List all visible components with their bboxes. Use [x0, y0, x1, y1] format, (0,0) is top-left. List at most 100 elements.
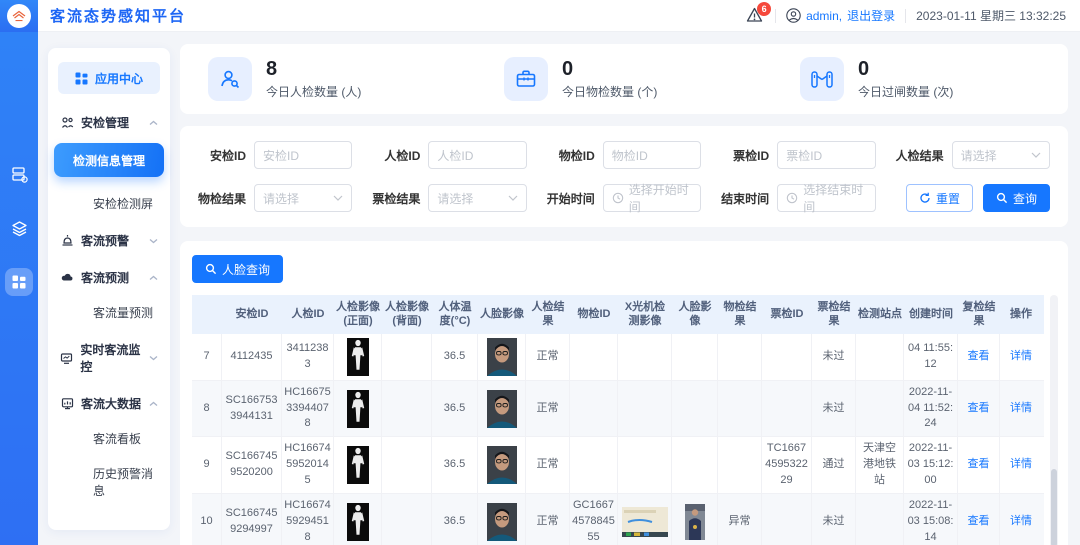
filter-item-物检结果: 物检结果请选择 — [188, 184, 352, 212]
select-placeholder: 请选择 — [437, 190, 473, 207]
reset-button[interactable]: 重置 — [906, 184, 973, 212]
filter-label: 人检结果 — [886, 147, 944, 164]
filter-item-人检ID: 人检ID 人检ID — [362, 141, 526, 169]
chevron-up-icon — [149, 401, 158, 407]
scrollbar-thumb[interactable] — [1051, 469, 1057, 545]
chevron-up-icon — [149, 120, 158, 126]
sidebar-group-label: 实时客流监控 — [80, 341, 149, 375]
人检结果-select[interactable]: 请选择 — [952, 141, 1050, 169]
body-scan-image — [347, 390, 369, 428]
column-header-票检结果: 票检结果 — [812, 295, 856, 334]
time-placeholder: 选择结束时间 — [803, 181, 866, 215]
alert-icon — [60, 234, 74, 248]
detail-link[interactable]: 详情 — [1010, 514, 1032, 530]
forecast-cloud-icon — [60, 271, 74, 285]
table-header-row: 安检ID人检ID人检影像(正面)人检影像(背面)人体温度(°C)人脸影像人检结果… — [192, 295, 1044, 334]
cell-idx: 8 — [192, 381, 222, 437]
search-button[interactable]: 查询 — [983, 184, 1050, 212]
cell-idx: 7 — [192, 334, 222, 380]
filter-label: 安检ID — [188, 147, 246, 164]
cell-anjian_id: SC1667533944131 — [222, 381, 282, 437]
left-rail — [0, 32, 38, 545]
filter-item-结束时间: 结束时间选择结束时间 — [711, 184, 875, 212]
cell-renjian_id: HC1667459520145 — [282, 437, 334, 493]
cell-recheck: 查看 — [958, 437, 1000, 493]
filter-label: 人检ID — [362, 147, 420, 164]
filter-label: 物检结果 — [188, 190, 246, 207]
sidebar-item-安检检测屏[interactable]: 安检检测屏 — [58, 195, 160, 212]
logout-link[interactable]: 退出登录 — [847, 7, 895, 24]
face-photo — [487, 338, 517, 376]
page-title: 客流态势感知平台 — [50, 5, 186, 26]
安检ID-input[interactable]: 安检ID — [254, 141, 352, 169]
alarm-bell-icon[interactable]: 6 — [745, 6, 765, 26]
turnstile-gate-icon — [800, 57, 844, 101]
票检结果-select[interactable]: 请选择 — [428, 184, 526, 212]
briefcase-icon — [504, 57, 548, 101]
人检ID-input[interactable]: 人检ID — [428, 141, 526, 169]
detail-link[interactable]: 详情 — [1010, 401, 1032, 417]
filter-label: 票检结果 — [362, 190, 420, 207]
view-link[interactable]: 查看 — [968, 514, 990, 530]
detail-link[interactable]: 详情 — [1010, 457, 1032, 473]
stat-label: 今日过闸数量 (次) — [858, 83, 953, 100]
sidebar-item-客流看板[interactable]: 客流看板 — [58, 430, 160, 447]
结束时间-time-picker[interactable]: 选择结束时间 — [777, 184, 875, 212]
monitor-icon — [60, 351, 73, 365]
物检ID-input[interactable]: 物检ID — [603, 141, 701, 169]
body-scan-image — [347, 446, 369, 484]
cell-idx: 9 — [192, 437, 222, 493]
sidebar-group-客流预警[interactable]: 客流预警 — [58, 232, 160, 249]
column-header-复检结果: 复检结果 — [958, 295, 1000, 334]
cell-idx: 10 — [192, 494, 222, 545]
chevron-down-icon — [149, 355, 158, 361]
sidebar-item-检测信息管理-active[interactable]: 检测信息管理 — [54, 143, 164, 177]
person-photo — [685, 504, 705, 540]
sidebar-group-实时客流监控[interactable]: 实时客流监控 — [58, 341, 160, 375]
票检ID-input[interactable]: 票检ID — [777, 141, 875, 169]
chevron-up-icon — [149, 275, 158, 281]
app-center-label: 应用中心 — [95, 70, 143, 87]
input-placeholder: 票检ID — [786, 147, 822, 164]
face-search-button[interactable]: 人脸查询 — [192, 255, 283, 283]
sidebar-item-客流量预测[interactable]: 客流量预测 — [58, 304, 160, 321]
table-row-10: 10SC1667459294997HC166745929451836.5正常GC… — [192, 494, 1044, 545]
cell-created: 2022-11-04 11:52:24 — [904, 381, 958, 437]
clock-icon — [612, 192, 624, 204]
sidebar-group-客流预测[interactable]: 客流预测 — [58, 269, 160, 286]
cell-station: 天津空港地铁站 — [856, 437, 904, 493]
logo-mark-icon — [7, 4, 31, 28]
divider — [905, 9, 906, 23]
cell-op: 详情 — [1000, 334, 1042, 380]
apps-grid-icon[interactable] — [5, 268, 33, 296]
layers-icon[interactable] — [5, 214, 33, 242]
filter-actions: 重置查询 — [886, 184, 1050, 212]
物检结果-select[interactable]: 请选择 — [254, 184, 352, 212]
cell-temp: 36.5 — [432, 381, 478, 437]
cell-station — [856, 334, 904, 380]
sidebar-group-客流大数据[interactable]: 客流大数据 — [58, 395, 160, 412]
alarm-count-badge: 6 — [757, 2, 771, 16]
cell-piaojian_id — [762, 334, 812, 380]
cell-renjian_result: 正常 — [526, 437, 570, 493]
table-scrollbar[interactable] — [1050, 295, 1058, 545]
sidebar-item-历史预警消息[interactable]: 历史预警消息 — [58, 465, 160, 499]
time-placeholder: 选择开始时间 — [629, 181, 692, 215]
开始时间-time-picker[interactable]: 选择开始时间 — [603, 184, 701, 212]
server-settings-icon[interactable] — [5, 160, 33, 188]
filter-item-开始时间: 开始时间选择开始时间 — [537, 184, 701, 212]
view-link[interactable]: 查看 — [968, 349, 990, 365]
column-header-人检ID: 人检ID — [282, 295, 334, 334]
body-scan-image — [347, 338, 369, 376]
view-link[interactable]: 查看 — [968, 401, 990, 417]
sidebar-group-安检管理[interactable]: 安检管理 — [58, 114, 160, 131]
detail-link[interactable]: 详情 — [1010, 349, 1032, 365]
cell-renjian_id: HC1667533944078 — [282, 381, 334, 437]
column-header-物检结果: 物检结果 — [718, 295, 762, 334]
sidebar-item-app-center[interactable]: 应用中心 — [58, 62, 160, 94]
view-link[interactable]: 查看 — [968, 457, 990, 473]
input-placeholder: 物检ID — [612, 147, 648, 164]
select-placeholder: 请选择 — [263, 190, 299, 207]
column-header-人脸影像: 人脸影像 — [672, 295, 718, 334]
cell-op: 详情 — [1000, 437, 1042, 493]
